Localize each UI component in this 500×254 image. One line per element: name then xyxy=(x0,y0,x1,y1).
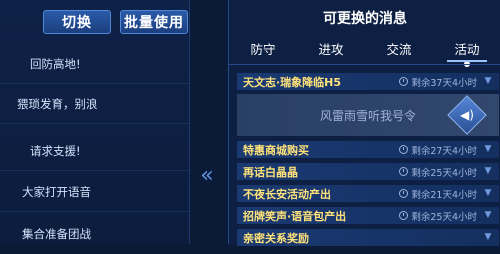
clock-icon xyxy=(399,189,409,198)
tab-events[interactable]: 活动 xyxy=(433,36,500,67)
message-row[interactable]: 天文志·瑞象降临H5 剩余37天4小时 ▼ xyxy=(237,73,499,90)
remaining-time: 剩余21天4小时 xyxy=(411,189,477,201)
switch-button[interactable]: 切换 xyxy=(43,10,111,34)
remaining-time: 剩余27天4小时 xyxy=(411,145,477,157)
remaining-time: 剩余37天4小时 xyxy=(411,77,477,89)
replaceable-messages-panel: 可更换的消息 防守 进攻 交流 活动 天文志·瑞象降临H5 剩余37天4小时 ▼… xyxy=(228,0,500,246)
double-chevron-left-icon[interactable]: « xyxy=(196,164,218,188)
message-row[interactable]: 招牌笑声·语音包产出 剩余25天4小时 ▼ xyxy=(237,207,499,224)
tab-attack[interactable]: 进攻 xyxy=(297,36,365,64)
speaker-icon: ◀) xyxy=(460,108,474,122)
chevron-down-icon[interactable]: ▼ xyxy=(483,75,493,87)
voice-message-screen: 切换 批量使用 回防高地! 猥琐发育，别浪 请求支援! 大家打开语音 集合准备团… xyxy=(0,0,500,246)
clock-icon xyxy=(399,77,409,86)
message-row[interactable]: 不夜长安活动产出 剩余21天4小时 ▼ xyxy=(237,185,499,202)
panel-title: 可更换的消息 xyxy=(323,11,407,27)
message-name: 亲密关系奖励 xyxy=(243,231,309,245)
clock-icon xyxy=(399,167,409,176)
message-row[interactable]: 特惠商城购买 剩余27天4小时 ▼ xyxy=(237,141,499,158)
chevron-down-icon[interactable]: ▼ xyxy=(483,209,493,221)
message-name: 特惠商城购买 xyxy=(243,143,309,157)
chevron-down-icon[interactable]: ▼ xyxy=(483,187,493,199)
message-name: 不夜长安活动产出 xyxy=(243,187,331,201)
phrase-item[interactable]: 集合准备团战 xyxy=(0,214,190,254)
batch-use-button[interactable]: 批量使用 xyxy=(120,10,188,34)
clock-icon xyxy=(399,211,409,220)
phrase-item[interactable]: 猥琐发育，别浪 xyxy=(0,84,190,124)
message-preview: 风雷雨雪听我号令 ◀) xyxy=(237,94,499,136)
phrase-item[interactable]: 请求支援! xyxy=(0,131,190,171)
message-name: 再话白晶晶 xyxy=(243,165,298,179)
quick-message-panel: 切换 批量使用 回防高地! 猥琐发育，别浪 请求支援! 大家打开语音 集合准备团… xyxy=(0,0,190,244)
phrase-item[interactable]: 回防高地! xyxy=(0,44,190,84)
remaining-time: 剩余25天4小时 xyxy=(411,167,477,179)
tab-defense[interactable]: 防守 xyxy=(229,36,297,64)
message-row[interactable]: 再话白晶晶 剩余25天4小时 ▼ xyxy=(237,163,499,180)
message-name: 天文志·瑞象降临H5 xyxy=(243,75,342,89)
message-row[interactable]: 亲密关系奖励 ▼ xyxy=(237,229,499,246)
chevron-down-icon[interactable]: ▼ xyxy=(483,231,493,243)
preview-text: 风雷雨雪听我号令 xyxy=(319,108,416,123)
clock-icon xyxy=(399,145,409,154)
chevron-down-icon[interactable]: ▼ xyxy=(483,143,493,155)
chevron-down-icon[interactable]: ▼ xyxy=(483,165,493,177)
remaining-time: 剩余25天4小时 xyxy=(411,211,477,223)
phrase-item[interactable]: 大家打开语音 xyxy=(0,172,190,212)
tab-communicate[interactable]: 交流 xyxy=(365,36,433,64)
tab-events-label: 活动 xyxy=(454,42,480,57)
tab-divider xyxy=(229,64,500,65)
message-name: 招牌笑声·语音包产出 xyxy=(243,209,347,223)
category-tabs: 防守 进攻 交流 活动 xyxy=(229,36,500,67)
